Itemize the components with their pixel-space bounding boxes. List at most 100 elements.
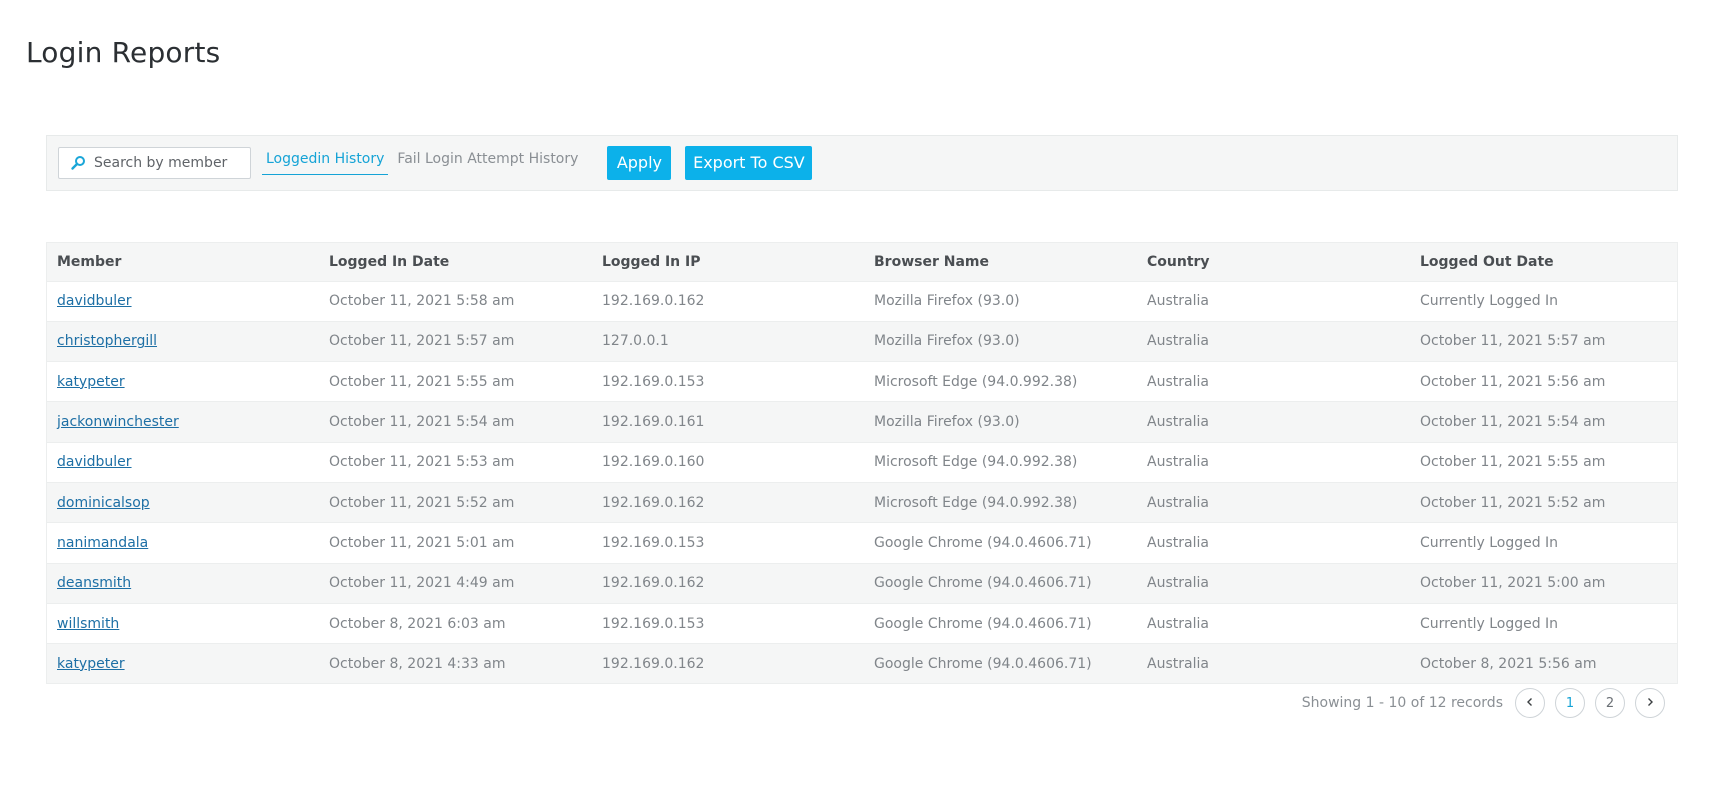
member-link[interactable]: willsmith (57, 616, 119, 632)
login-history-table: Member Logged In Date Logged In IP Brows… (47, 243, 1677, 684)
ip-cell: 192.169.0.162 (592, 280, 864, 322)
ip-cell: 192.169.0.162 (592, 643, 864, 684)
column-header-logged-in-date[interactable]: Logged In Date (319, 243, 592, 281)
country-cell: Australia (1137, 441, 1410, 483)
member-cell: nanimandala (47, 522, 319, 564)
country-cell: Australia (1137, 562, 1410, 604)
table-header-row: Member Logged In Date Logged In IP Brows… (47, 243, 1677, 281)
logged-out-date-cell: October 11, 2021 5:56 am (1410, 361, 1677, 402)
member-cell: katypeter (47, 361, 319, 402)
browser-cell: Google Chrome (94.0.4606.71) (864, 643, 1137, 684)
table-row: davidbuler October 11, 2021 5:58 am 192.… (47, 280, 1677, 322)
search-box[interactable] (58, 147, 251, 179)
column-header-logged-in-ip[interactable]: Logged In IP (592, 243, 864, 281)
member-cell: davidbuler (47, 280, 319, 322)
browser-cell: Mozilla Firefox (93.0) (864, 401, 1137, 443)
logged-out-date-cell: Currently Logged In (1410, 280, 1677, 322)
search-input[interactable] (94, 155, 234, 171)
country-cell: Australia (1137, 320, 1410, 362)
browser-cell: Mozilla Firefox (93.0) (864, 320, 1137, 362)
member-link[interactable]: dominicalsop (57, 495, 150, 511)
apply-button[interactable]: Apply (607, 146, 672, 180)
ip-cell: 192.169.0.153 (592, 522, 864, 564)
country-cell: Australia (1137, 643, 1410, 684)
ip-cell: 127.0.0.1 (592, 320, 864, 362)
logged-in-date-cell: October 11, 2021 5:01 am (319, 522, 592, 564)
member-cell: katypeter (47, 643, 319, 684)
member-cell: willsmith (47, 602, 319, 644)
ip-cell: 192.169.0.153 (592, 361, 864, 402)
table-row: davidbuler October 11, 2021 5:53 am 192.… (47, 441, 1677, 483)
logged-out-date-cell: October 8, 2021 5:56 am (1410, 643, 1677, 684)
member-cell: davidbuler (47, 441, 319, 483)
logged-out-date-cell: October 11, 2021 5:55 am (1410, 441, 1677, 483)
column-header-member[interactable]: Member (47, 243, 319, 281)
member-cell: deansmith (47, 562, 319, 604)
logged-out-date-cell: October 11, 2021 5:57 am (1410, 320, 1677, 362)
page-button-2[interactable]: 2 (1595, 688, 1625, 718)
export-csv-button[interactable]: Export To CSV (685, 146, 813, 180)
browser-cell: Google Chrome (94.0.4606.71) (864, 522, 1137, 564)
table-row: deansmith October 11, 2021 4:49 am 192.1… (47, 562, 1677, 604)
member-link[interactable]: katypeter (57, 374, 125, 390)
pagination: Showing 1 - 10 of 12 records 1 2 (1302, 687, 1665, 719)
member-link[interactable]: deansmith (57, 575, 131, 591)
browser-cell: Microsoft Edge (94.0.992.38) (864, 361, 1137, 402)
country-cell: Australia (1137, 522, 1410, 564)
member-link[interactable]: davidbuler (57, 454, 132, 470)
column-header-country[interactable]: Country (1137, 243, 1410, 281)
ip-cell: 192.169.0.162 (592, 481, 864, 523)
logged-out-date-cell: October 11, 2021 5:00 am (1410, 562, 1677, 604)
logged-in-date-cell: October 11, 2021 5:52 am (319, 481, 592, 523)
login-reports-page: Login Reports Loggedin History Fail Logi… (0, 0, 1715, 790)
logged-out-date-cell: Currently Logged In (1410, 522, 1677, 564)
login-history-table-container: Member Logged In Date Logged In IP Brows… (46, 242, 1678, 685)
ip-cell: 192.169.0.160 (592, 441, 864, 483)
country-cell: Australia (1137, 361, 1410, 402)
tab-fail-login-attempt-history[interactable]: Fail Login Attempt History (393, 145, 582, 175)
page-title: Login Reports (26, 36, 221, 69)
ip-cell: 192.169.0.153 (592, 602, 864, 644)
filter-toolbar: Loggedin History Fail Login Attempt Hist… (46, 135, 1678, 191)
table-row: willsmith October 8, 2021 6:03 am 192.16… (47, 602, 1677, 644)
logged-in-date-cell: October 11, 2021 5:57 am (319, 320, 592, 362)
records-summary: Showing 1 - 10 of 12 records (1301, 695, 1503, 711)
member-link[interactable]: nanimandala (57, 535, 148, 551)
search-icon (70, 155, 86, 171)
column-header-logged-out-date[interactable]: Logged Out Date (1410, 243, 1677, 281)
logged-in-date-cell: October 11, 2021 5:53 am (319, 441, 592, 483)
table-row: nanimandala October 11, 2021 5:01 am 192… (47, 522, 1677, 564)
member-link[interactable]: christophergill (57, 333, 157, 349)
logged-in-date-cell: October 11, 2021 4:49 am (319, 562, 592, 604)
country-cell: Australia (1137, 280, 1410, 322)
browser-cell: Microsoft Edge (94.0.992.38) (864, 441, 1137, 483)
next-page-button[interactable] (1635, 688, 1665, 718)
ip-cell: 192.169.0.162 (592, 562, 864, 604)
page-button-1[interactable]: 1 (1555, 688, 1585, 718)
logged-in-date-cell: October 8, 2021 4:33 am (319, 643, 592, 684)
member-link[interactable]: jackonwinchester (57, 414, 179, 430)
country-cell: Australia (1137, 401, 1410, 443)
logged-in-date-cell: October 11, 2021 5:54 am (319, 401, 592, 443)
chevron-right-icon (1645, 696, 1655, 711)
browser-cell: Microsoft Edge (94.0.992.38) (864, 481, 1137, 523)
table-row: jackonwinchester October 11, 2021 5:54 a… (47, 401, 1677, 443)
previous-page-button[interactable] (1515, 688, 1545, 718)
country-cell: Australia (1137, 602, 1410, 644)
logged-in-date-cell: October 11, 2021 5:55 am (319, 361, 592, 402)
table-row: katypeter October 8, 2021 4:33 am 192.16… (47, 643, 1677, 684)
member-cell: dominicalsop (47, 481, 319, 523)
ip-cell: 192.169.0.161 (592, 401, 864, 443)
logged-in-date-cell: October 8, 2021 6:03 am (319, 602, 592, 644)
logged-out-date-cell: October 11, 2021 5:52 am (1410, 481, 1677, 523)
tab-loggedin-history[interactable]: Loggedin History (262, 145, 389, 175)
member-link[interactable]: davidbuler (57, 293, 132, 309)
browser-cell: Google Chrome (94.0.4606.71) (864, 602, 1137, 644)
member-link[interactable]: katypeter (57, 656, 125, 672)
table-row: dominicalsop October 11, 2021 5:52 am 19… (47, 481, 1677, 523)
browser-cell: Mozilla Firefox (93.0) (864, 280, 1137, 322)
logged-out-date-cell: Currently Logged In (1410, 602, 1677, 644)
column-header-browser-name[interactable]: Browser Name (864, 243, 1137, 281)
chevron-left-icon (1525, 696, 1535, 711)
history-tabs: Loggedin History Fail Login Attempt Hist… (262, 135, 582, 191)
